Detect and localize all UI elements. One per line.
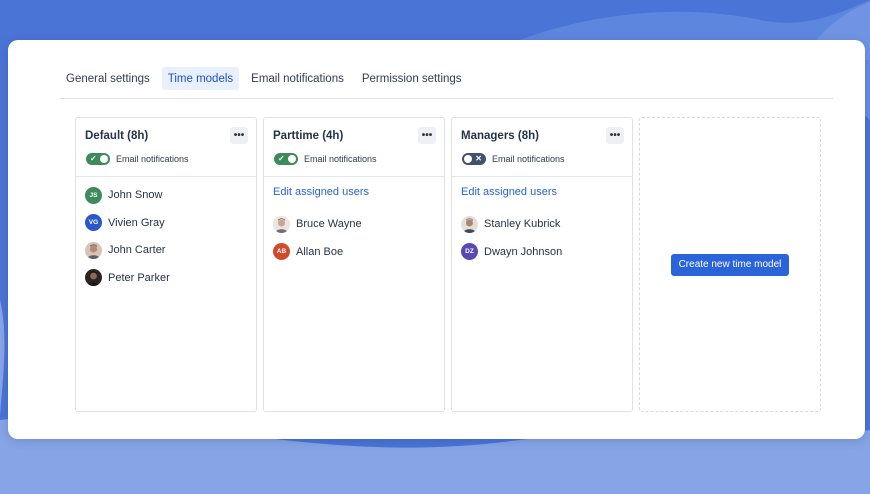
tab-time-models[interactable]: Time models	[161, 67, 240, 90]
time-model-card-default: Default (8h) ••• ✓ Email notifications J…	[75, 117, 257, 412]
time-model-card-managers: Managers (8h) ••• ✕ Email notifications …	[451, 117, 633, 412]
list-item[interactable]: Stanley Kubrick	[461, 215, 623, 233]
edit-assigned-users-link[interactable]: Edit assigned users	[461, 186, 623, 202]
more-icon: •••	[233, 130, 245, 141]
email-notifications-setting: ✕ Email notifications	[462, 153, 565, 165]
more-icon: •••	[421, 130, 433, 141]
create-time-model-button[interactable]: Create new time model	[670, 253, 790, 276]
time-model-header: Parttime (4h) ••• ✓ Email notifications	[264, 118, 444, 177]
more-options-button[interactable]: •••	[418, 127, 436, 144]
email-notifications-label: Email notifications	[492, 154, 565, 164]
settings-tabs: General settings Time models Email notif…	[60, 67, 833, 99]
avatar-photo	[461, 215, 478, 233]
tab-permission-settings[interactable]: Permission settings	[356, 67, 468, 90]
email-notifications-label: Email notifications	[304, 154, 377, 164]
user-name: Allan Boe	[296, 245, 344, 258]
user-list: Edit assigned users Stanley Kubrick DZ D…	[452, 177, 632, 261]
toggle-knob	[288, 155, 296, 163]
edit-assigned-users-link[interactable]: Edit assigned users	[273, 186, 435, 202]
list-item[interactable]: John Carter	[85, 241, 247, 259]
toggle-knob	[100, 155, 108, 163]
check-icon: ✓	[278, 154, 285, 163]
list-item[interactable]: Bruce Wayne	[273, 215, 435, 233]
avatar: AB	[273, 243, 290, 260]
time-model-header: Managers (8h) ••• ✕ Email notifications	[452, 118, 632, 177]
person-photo-icon	[275, 218, 288, 233]
person-photo-icon	[87, 244, 100, 259]
tab-general-settings[interactable]: General settings	[60, 67, 156, 90]
more-options-button[interactable]: •••	[230, 127, 248, 144]
time-model-title: Default (8h)	[85, 130, 149, 142]
tab-email-notifications[interactable]: Email notifications	[245, 67, 350, 90]
avatar-photo	[85, 269, 102, 286]
list-item[interactable]: AB Allan Boe	[273, 243, 435, 261]
avatar-photo	[273, 215, 290, 233]
user-name: Stanley Kubrick	[484, 218, 561, 230]
time-model-card-parttime: Parttime (4h) ••• ✓ Email notifications …	[263, 117, 445, 412]
more-options-button[interactable]: •••	[606, 127, 624, 144]
email-notifications-label: Email notifications	[116, 154, 189, 164]
email-notifications-toggle[interactable]: ✓	[274, 153, 298, 165]
time-model-columns: Default (8h) ••• ✓ Email notifications J…	[75, 117, 821, 412]
email-notifications-setting: ✓ Email notifications	[274, 153, 377, 165]
avatar-photo	[85, 241, 102, 259]
create-time-model-area: Create new time model	[639, 117, 821, 412]
user-list: JS John Snow VG Vivien Gray John Carter	[76, 177, 256, 287]
user-name: Dwayn Johnson	[484, 245, 563, 258]
person-photo-icon	[87, 271, 100, 286]
time-model-header: Default (8h) ••• ✓ Email notifications	[76, 118, 256, 177]
list-item[interactable]: DZ Dwayn Johnson	[461, 243, 623, 261]
close-icon: ✕	[475, 154, 482, 163]
avatar: VG	[85, 214, 102, 231]
email-notifications-setting: ✓ Email notifications	[86, 153, 189, 165]
list-item[interactable]: VG Vivien Gray	[85, 214, 247, 232]
toggle-knob	[464, 155, 472, 163]
user-name: Peter Parker	[108, 271, 170, 284]
list-item[interactable]: JS John Snow	[85, 186, 247, 204]
list-item[interactable]: Peter Parker	[85, 269, 247, 287]
user-name: John Snow	[108, 189, 163, 201]
user-name: John Carter	[108, 244, 166, 256]
avatar: JS	[85, 186, 102, 204]
email-notifications-toggle[interactable]: ✓	[86, 153, 110, 165]
more-icon: •••	[609, 130, 621, 141]
person-photo-icon	[463, 218, 476, 233]
user-list: Edit assigned users Bruce Wayne AB Allan…	[264, 177, 444, 261]
user-name: Vivien Gray	[108, 216, 165, 229]
time-model-title: Parttime (4h)	[273, 130, 344, 142]
email-notifications-toggle[interactable]: ✕	[462, 153, 486, 165]
time-model-title: Managers (8h)	[461, 130, 539, 142]
avatar: DZ	[461, 243, 478, 260]
check-icon: ✓	[90, 154, 97, 163]
user-name: Bruce Wayne	[296, 218, 362, 230]
